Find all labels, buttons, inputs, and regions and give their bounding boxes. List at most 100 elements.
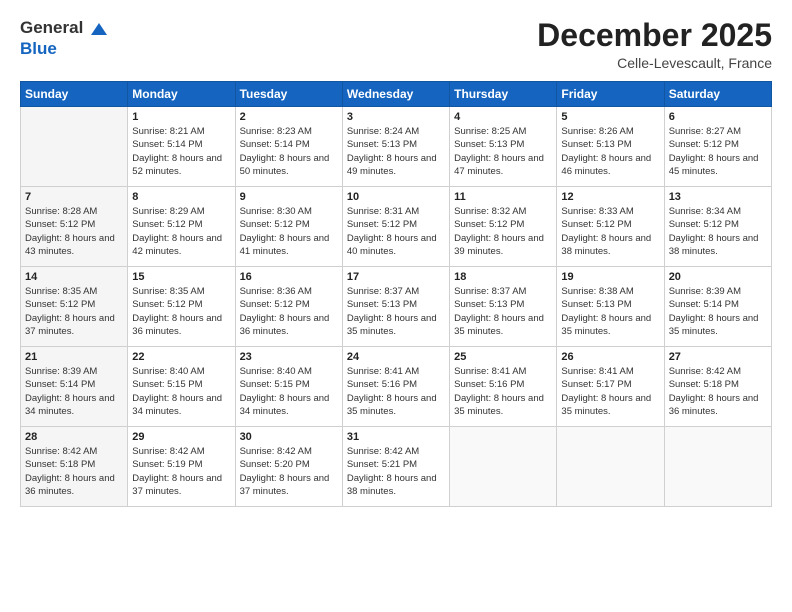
calendar-cell: 27Sunrise: 8:42 AMSunset: 5:18 PMDayligh… — [664, 347, 771, 427]
logo: General Blue — [20, 18, 109, 58]
calendar-cell: 17Sunrise: 8:37 AMSunset: 5:13 PMDayligh… — [342, 267, 449, 347]
week-row-1: 1Sunrise: 8:21 AMSunset: 5:14 PMDaylight… — [21, 107, 772, 187]
day-number: 6 — [669, 111, 767, 123]
day-number: 23 — [240, 351, 338, 363]
calendar-cell: 6 Sunrise: 8:27 AMSunset: 5:12 PMDaylight… — [664, 107, 771, 187]
day-detail: Sunrise: 8:27 AMSunset: 5:12 PMDaylight:… — [669, 125, 767, 178]
title-block: December 2025 Celle-Levescault, France — [537, 18, 772, 71]
header-row: General Blue December 2025 Celle-Levesca… — [20, 18, 772, 71]
day-detail: Sunrise: 8:24 AMSunset: 5:13 PMDaylight:… — [347, 125, 445, 178]
calendar-cell: 18Sunrise: 8:37 AMSunset: 5:13 PMDayligh… — [450, 267, 557, 347]
logo-arrow-icon — [89, 19, 109, 39]
weekday-header-saturday: Saturday — [664, 82, 771, 107]
location-subtitle: Celle-Levescault, France — [537, 55, 772, 71]
day-number: 8 — [132, 191, 230, 203]
calendar-cell: 12Sunrise: 8:33 AMSunset: 5:12 PMDayligh… — [557, 187, 664, 267]
week-row-4: 21 Sunrise: 8:39 AMSunset: 5:14 PMDayligh… — [21, 347, 772, 427]
day-number: 25 — [454, 351, 552, 363]
day-number: 11 — [454, 191, 552, 203]
calendar-container: General Blue December 2025 Celle-Levesca… — [0, 0, 792, 517]
week-row-5: 28 Sunrise: 8:42 AMSunset: 5:18 PMDayligh… — [21, 427, 772, 507]
calendar-cell: 8 Sunrise: 8:29 AMSunset: 5:12 PMDaylight… — [128, 187, 235, 267]
weekday-header-sunday: Sunday — [21, 82, 128, 107]
weekday-header-tuesday: Tuesday — [235, 82, 342, 107]
calendar-cell: 7 Sunrise: 8:28 AMSunset: 5:12 PMDaylight… — [21, 187, 128, 267]
day-number: 13 — [669, 191, 767, 203]
calendar-cell — [664, 427, 771, 507]
day-number: 28 — [25, 431, 123, 443]
calendar-cell — [557, 427, 664, 507]
weekday-header-friday: Friday — [557, 82, 664, 107]
day-number: 24 — [347, 351, 445, 363]
day-detail: Sunrise: 8:39 AMSunset: 5:14 PMDaylight:… — [25, 365, 123, 418]
day-number: 15 — [132, 271, 230, 283]
day-number: 29 — [132, 431, 230, 443]
day-number: 30 — [240, 431, 338, 443]
day-number: 3 — [347, 111, 445, 123]
calendar-cell: 19Sunrise: 8:38 AMSunset: 5:13 PMDayligh… — [557, 267, 664, 347]
calendar-cell: 28 Sunrise: 8:42 AMSunset: 5:18 PMDayligh… — [21, 427, 128, 507]
weekday-header-wednesday: Wednesday — [342, 82, 449, 107]
logo-blue: Blue — [20, 39, 109, 59]
weekday-header-monday: Monday — [128, 82, 235, 107]
calendar-cell: 11 Sunrise: 8:32 AMSunset: 5:12 PMDayligh… — [450, 187, 557, 267]
calendar-cell: 1Sunrise: 8:21 AMSunset: 5:14 PMDaylight… — [128, 107, 235, 187]
day-number: 22 — [132, 351, 230, 363]
day-detail: Sunrise: 8:40 AMSunset: 5:15 PMDaylight:… — [132, 365, 230, 418]
day-detail: Sunrise: 8:42 AMSunset: 5:18 PMDaylight:… — [25, 445, 123, 498]
week-row-3: 14Sunrise: 8:35 AMSunset: 5:12 PMDayligh… — [21, 267, 772, 347]
logo-general: General — [20, 18, 109, 39]
weekday-header-row: SundayMondayTuesdayWednesdayThursdayFrid… — [21, 82, 772, 107]
day-detail: Sunrise: 8:36 AMSunset: 5:12 PMDaylight:… — [240, 285, 338, 338]
day-number: 19 — [561, 271, 659, 283]
day-detail: Sunrise: 8:32 AMSunset: 5:12 PMDaylight:… — [454, 205, 552, 258]
day-number: 4 — [454, 111, 552, 123]
calendar-cell: 31 Sunrise: 8:42 AMSunset: 5:21 PMDayligh… — [342, 427, 449, 507]
day-detail: Sunrise: 8:29 AMSunset: 5:12 PMDaylight:… — [132, 205, 230, 258]
day-detail: Sunrise: 8:41 AMSunset: 5:16 PMDaylight:… — [454, 365, 552, 418]
calendar-cell — [21, 107, 128, 187]
calendar-cell: 22 Sunrise: 8:40 AMSunset: 5:15 PMDayligh… — [128, 347, 235, 427]
calendar-cell: 3 Sunrise: 8:24 AMSunset: 5:13 PMDaylight… — [342, 107, 449, 187]
day-detail: Sunrise: 8:28 AMSunset: 5:12 PMDaylight:… — [25, 205, 123, 258]
day-detail: Sunrise: 8:30 AMSunset: 5:12 PMDaylight:… — [240, 205, 338, 258]
day-number: 20 — [669, 271, 767, 283]
calendar-cell: 20 Sunrise: 8:39 AMSunset: 5:14 PMDayligh… — [664, 267, 771, 347]
calendar-cell: 13Sunrise: 8:34 AMSunset: 5:12 PMDayligh… — [664, 187, 771, 267]
day-number: 5 — [561, 111, 659, 123]
calendar-cell: 15Sunrise: 8:35 AMSunset: 5:12 PMDayligh… — [128, 267, 235, 347]
calendar-cell: 10 Sunrise: 8:31 AMSunset: 5:12 PMDayligh… — [342, 187, 449, 267]
day-detail: Sunrise: 8:42 AMSunset: 5:20 PMDaylight:… — [240, 445, 338, 498]
month-title: December 2025 — [537, 18, 772, 53]
calendar-cell: 25 Sunrise: 8:41 AMSunset: 5:16 PMDayligh… — [450, 347, 557, 427]
day-number: 2 — [240, 111, 338, 123]
calendar-cell: 21 Sunrise: 8:39 AMSunset: 5:14 PMDayligh… — [21, 347, 128, 427]
day-detail: Sunrise: 8:42 AMSunset: 5:21 PMDaylight:… — [347, 445, 445, 498]
day-detail: Sunrise: 8:39 AMSunset: 5:14 PMDaylight:… — [669, 285, 767, 338]
day-number: 16 — [240, 271, 338, 283]
calendar-cell: 29 Sunrise: 8:42 AMSunset: 5:19 PMDayligh… — [128, 427, 235, 507]
calendar-cell: 26 Sunrise: 8:41 AMSunset: 5:17 PMDayligh… — [557, 347, 664, 427]
calendar-cell: 30 Sunrise: 8:42 AMSunset: 5:20 PMDayligh… — [235, 427, 342, 507]
day-detail: Sunrise: 8:21 AMSunset: 5:14 PMDaylight:… — [132, 125, 230, 178]
day-number: 14 — [25, 271, 123, 283]
day-detail: Sunrise: 8:41 AMSunset: 5:17 PMDaylight:… — [561, 365, 659, 418]
day-number: 7 — [25, 191, 123, 203]
day-detail: Sunrise: 8:31 AMSunset: 5:12 PMDaylight:… — [347, 205, 445, 258]
day-number: 27 — [669, 351, 767, 363]
day-number: 26 — [561, 351, 659, 363]
calendar-cell: 24 Sunrise: 8:41 AMSunset: 5:16 PMDayligh… — [342, 347, 449, 427]
calendar-cell: 4Sunrise: 8:25 AMSunset: 5:13 PMDaylight… — [450, 107, 557, 187]
day-detail: Sunrise: 8:42 AMSunset: 5:19 PMDaylight:… — [132, 445, 230, 498]
weekday-header-thursday: Thursday — [450, 82, 557, 107]
day-detail: Sunrise: 8:26 AMSunset: 5:13 PMDaylight:… — [561, 125, 659, 178]
week-row-2: 7 Sunrise: 8:28 AMSunset: 5:12 PMDaylight… — [21, 187, 772, 267]
day-number: 10 — [347, 191, 445, 203]
day-number: 31 — [347, 431, 445, 443]
day-detail: Sunrise: 8:41 AMSunset: 5:16 PMDaylight:… — [347, 365, 445, 418]
calendar-cell: 23 Sunrise: 8:40 AMSunset: 5:15 PMDayligh… — [235, 347, 342, 427]
calendar-cell: 2Sunrise: 8:23 AMSunset: 5:14 PMDaylight… — [235, 107, 342, 187]
day-number: 21 — [25, 351, 123, 363]
day-detail: Sunrise: 8:40 AMSunset: 5:15 PMDaylight:… — [240, 365, 338, 418]
calendar-table: SundayMondayTuesdayWednesdayThursdayFrid… — [20, 81, 772, 507]
